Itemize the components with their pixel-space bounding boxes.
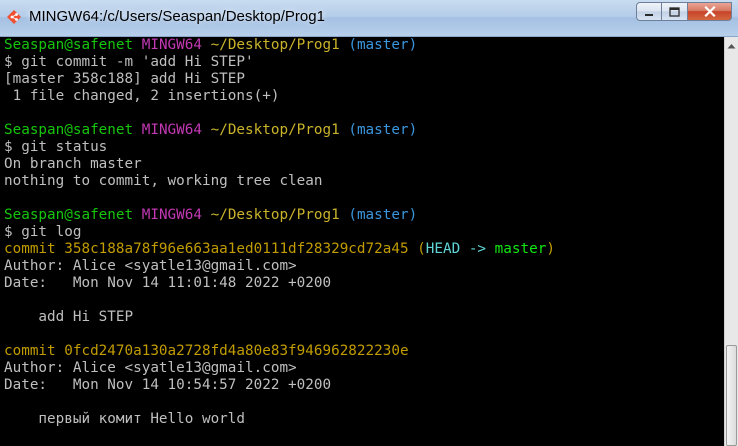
terminal-text: ~/Desktop/Prog1	[210, 37, 340, 53]
scroll-up-button[interactable]	[725, 37, 738, 54]
terminal-text: 1 file changed, 2 insertions(+)	[4, 88, 280, 104]
terminal-line: nothing to commit, working tree clean	[4, 173, 724, 190]
terminal-line: Date: Mon Nov 14 11:01:48 2022 +0200	[4, 275, 724, 292]
terminal-text: master	[494, 241, 547, 257]
title-bar[interactable]: MINGW64:/c/Users/Seaspan/Desktop/Prog1	[0, 0, 738, 37]
terminal-text: $ git commit -m 'add Hi STEP'	[4, 54, 254, 70]
terminal-text: On branch master	[4, 156, 142, 172]
minimize-icon	[645, 13, 653, 16]
terminal-text: Author: Alice <syatle13@gmail.com>	[4, 258, 297, 274]
terminal-line: add Hi STEP	[4, 309, 724, 326]
caption-buttons	[636, 2, 738, 22]
terminal-line: commit 0fcd2470a130a2728fd4a80e83f946962…	[4, 343, 724, 360]
terminal-line: On branch master	[4, 156, 724, 173]
terminal-line: Seaspan@safenet MINGW64 ~/Desktop/Prog1 …	[4, 207, 724, 224]
terminal-text: [master 358c188] add Hi STEP	[4, 71, 246, 87]
terminal-text: (master)	[348, 122, 418, 138]
terminal-text: Author: Alice <syatle13@gmail.com>	[4, 360, 297, 376]
terminal-line: commit 358c188a78f96e663aa1ed0111df28329…	[4, 241, 724, 258]
terminal-text: add Hi STEP	[4, 309, 134, 325]
terminal-text: commit 358c188a78f96e663aa1ed0111df28329…	[4, 241, 409, 257]
terminal-text: (	[408, 241, 426, 257]
terminal-line: $ git status	[4, 139, 724, 156]
terminal-text: ~/Desktop/Prog1	[210, 207, 340, 223]
terminal-text: MINGW64	[141, 122, 202, 138]
terminal-text: HEAD ->	[425, 241, 495, 257]
terminal-line: Author: Alice <syatle13@gmail.com>	[4, 360, 724, 377]
terminal-text: (master)	[348, 37, 418, 53]
terminal-line: 1 file changed, 2 insertions(+)	[4, 88, 724, 105]
terminal-text: MINGW64	[141, 207, 202, 223]
terminal-text: $ git log	[4, 224, 82, 240]
terminal-line: Seaspan@safenet MINGW64 ~/Desktop/Prog1 …	[4, 37, 724, 54]
terminal-text: MINGW64	[141, 37, 202, 53]
terminal-text: commit 0fcd2470a130a2728fd4a80e83f946962…	[4, 343, 409, 359]
terminal-line: Date: Mon Nov 14 10:54:57 2022 +0200	[4, 377, 724, 394]
terminal-text: $ git status	[4, 139, 108, 155]
terminal-line: $ git log	[4, 224, 724, 241]
window-title: MINGW64:/c/Users/Seaspan/Desktop/Prog1	[29, 8, 325, 25]
terminal-text: первый комит Hello world	[4, 411, 246, 427]
terminal-text: )	[546, 241, 555, 257]
git-bash-icon	[7, 10, 21, 24]
terminal-line: Author: Alice <syatle13@gmail.com>	[4, 258, 724, 275]
maximize-button[interactable]	[662, 2, 688, 21]
terminal-text: Date: Mon Nov 14 11:01:48 2022 +0200	[4, 275, 332, 291]
terminal-text: (master)	[348, 207, 418, 223]
terminal-line: $ git commit -m 'add Hi STEP'	[4, 54, 724, 71]
scrollbar-thumb[interactable]	[726, 345, 737, 446]
terminal-text: Date: Mon Nov 14 10:54:57 2022 +0200	[4, 377, 332, 393]
terminal-window: MINGW64:/c/Users/Seaspan/Desktop/Prog1 S…	[0, 0, 738, 446]
vertical-scrollbar[interactable]	[724, 37, 738, 446]
terminal-text: Seaspan@safenet	[4, 207, 134, 223]
terminal-line: первый комит Hello world	[4, 411, 724, 428]
terminal-text: Seaspan@safenet	[4, 37, 134, 53]
terminal-text: ~/Desktop/Prog1	[210, 122, 340, 138]
minimize-button[interactable]	[636, 2, 662, 21]
maximize-icon	[669, 6, 680, 17]
terminal-text: nothing to commit, working tree clean	[4, 173, 323, 189]
terminal-text: Seaspan@safenet	[4, 122, 134, 138]
scroll-up-arrow-icon	[727, 43, 736, 48]
terminal-line: [master 358c188] add Hi STEP	[4, 71, 724, 88]
close-icon	[703, 6, 716, 17]
terminal-output[interactable]: Seaspan@safenet MINGW64 ~/Desktop/Prog1 …	[0, 37, 724, 446]
terminal-line: Seaspan@safenet MINGW64 ~/Desktop/Prog1 …	[4, 122, 724, 139]
close-button[interactable]	[688, 2, 732, 21]
